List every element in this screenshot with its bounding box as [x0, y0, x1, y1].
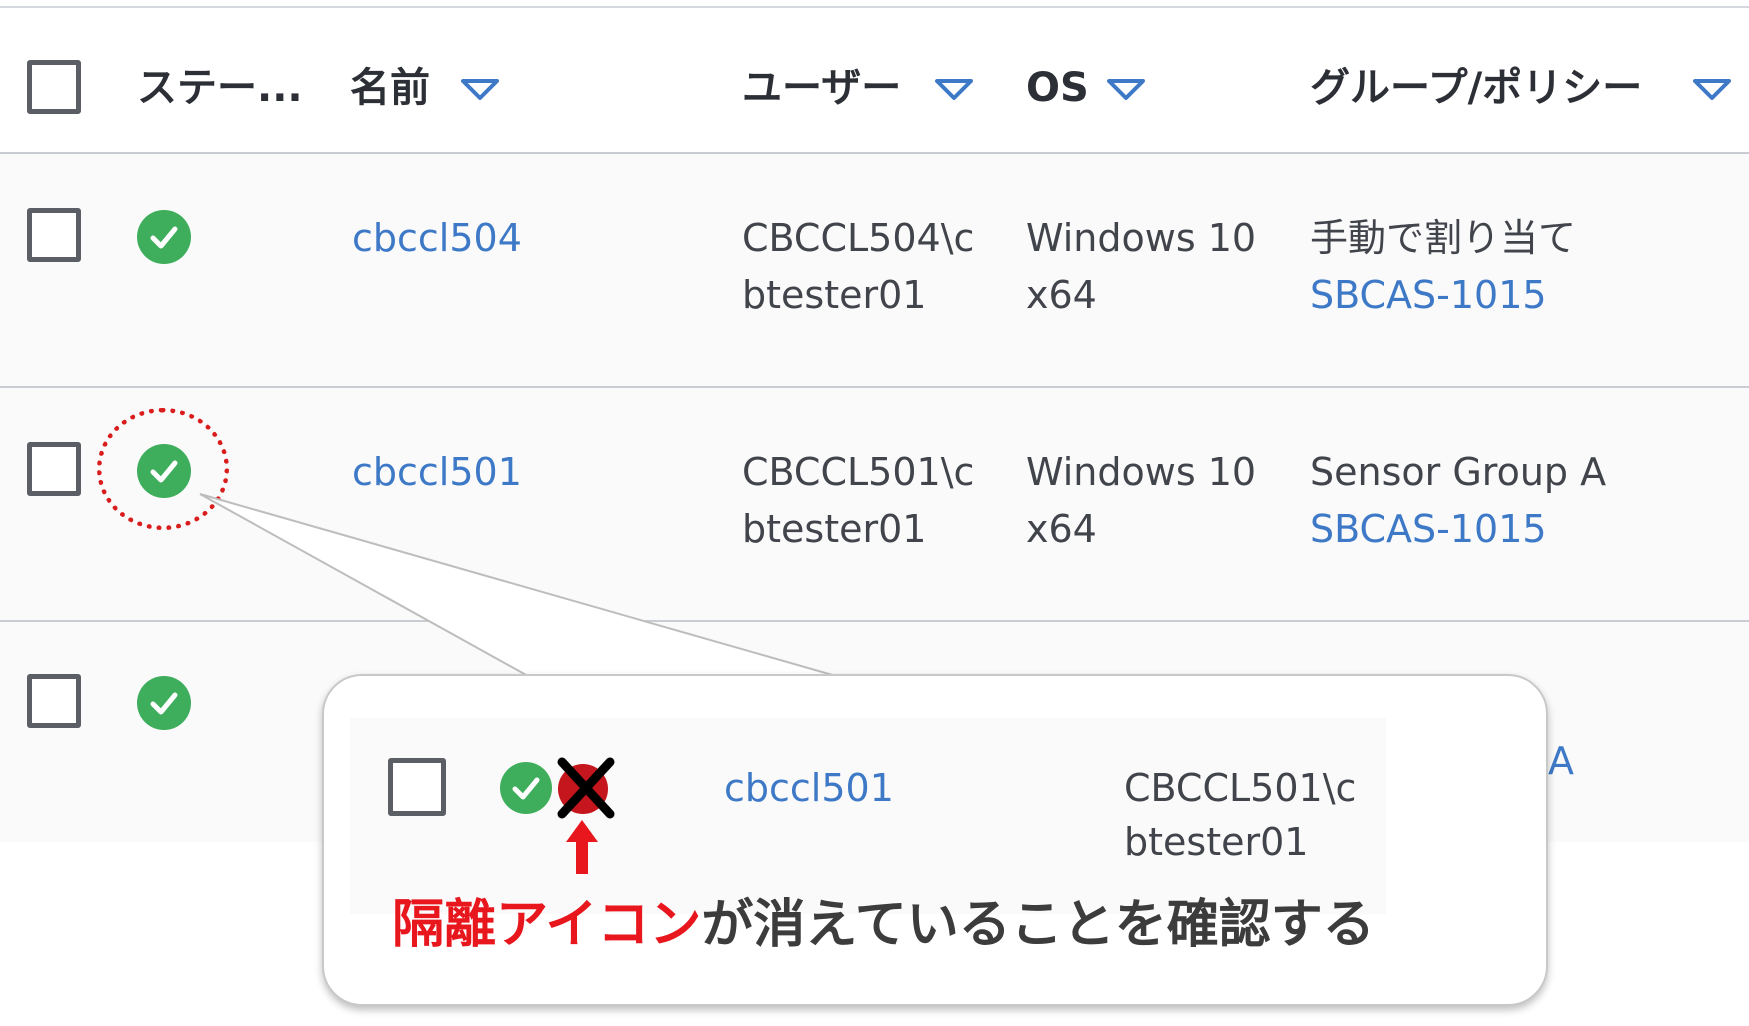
- arrow-up-icon: [566, 820, 598, 874]
- device-name-link[interactable]: cbccl501: [724, 760, 894, 817]
- check-icon: [512, 777, 540, 800]
- annotation-message: 隔離アイコンが消えていることを確認する: [392, 890, 1375, 960]
- row-checkbox[interactable]: [388, 758, 446, 816]
- cross-out-icon: [557, 757, 615, 819]
- annotation-rest: が消えていることを確認する: [701, 895, 1375, 955]
- check-circle-icon: [500, 762, 552, 814]
- user-cell-line1: CBCCL501\c: [1124, 766, 1357, 810]
- user-cell-line2: btester01: [1124, 820, 1309, 864]
- annotation-highlight: 隔離アイコン: [392, 895, 702, 955]
